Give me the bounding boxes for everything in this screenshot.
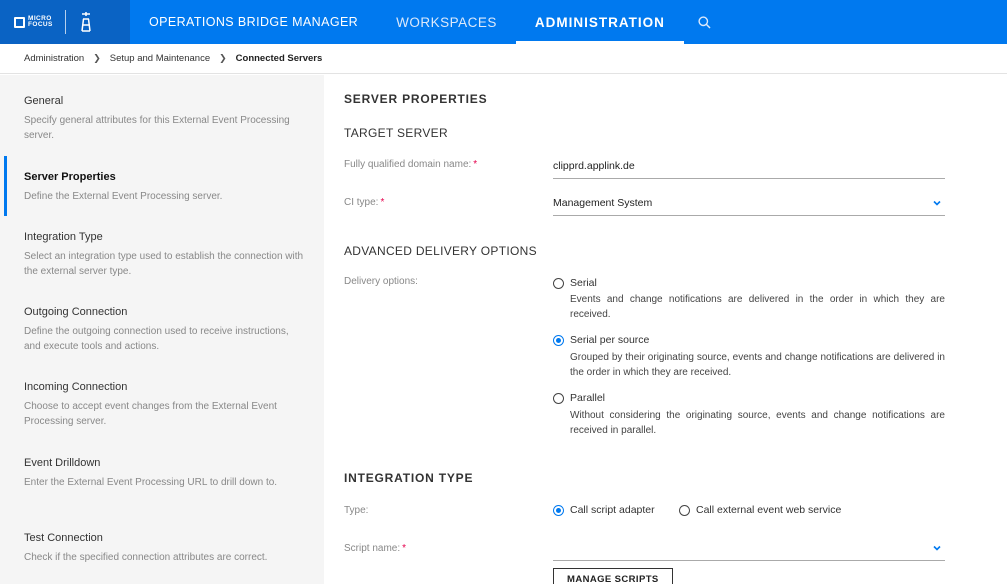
radio-parallel-description: Without considering the originating sour…: [570, 410, 945, 436]
manage-scripts-button[interactable]: MANAGE SCRIPTS: [553, 568, 673, 584]
step-title: Server Properties: [24, 171, 116, 183]
fqdn-field[interactable]: [553, 153, 945, 179]
section-title-server-properties: SERVER PROPERTIES: [344, 92, 488, 106]
section-title-target-server: TARGET SERVER: [344, 126, 448, 140]
step-description: Enter the External Event Processing URL …: [24, 477, 278, 488]
radio-button[interactable]: [679, 504, 690, 516]
step-outgoing-connection[interactable]: Outgoing Connection Define the outgoing …: [4, 306, 324, 354]
breadcrumb-connected-servers: Connected Servers: [235, 53, 323, 64]
breadcrumb-administration[interactable]: Administration: [24, 53, 84, 64]
delivery-options-label: Delivery options:: [344, 276, 418, 287]
step-description: Choose to accept event changes from the …: [24, 401, 277, 427]
logo-box-icon: [14, 16, 25, 28]
main-nav: OPERATIONS BRIDGE MANAGER WORKSPACES ADM…: [130, 0, 725, 44]
radio-label: Serial per source: [570, 334, 650, 346]
required-marker: *: [402, 543, 407, 554]
radio-parallel[interactable]: Parallel: [553, 392, 605, 404]
logo-text-line-2: FOCUS: [28, 21, 53, 28]
step-description: Specify general attributes for this Exte…: [24, 115, 290, 141]
radio-button[interactable]: [553, 277, 564, 289]
radio-label: Call script adapter: [570, 504, 655, 516]
type-label: Type:: [344, 505, 369, 516]
step-description: Define the outgoing connection used to r…: [24, 326, 289, 352]
step-description: Define the External Event Processing ser…: [24, 191, 223, 202]
required-marker: *: [473, 159, 478, 170]
chevron-down-icon: [933, 545, 941, 551]
radio-call-external-event-web-service[interactable]: Call external event web service: [679, 504, 841, 516]
ci-type-value: Management System: [553, 196, 653, 209]
radio-button[interactable]: [553, 504, 564, 516]
step-title: Integration Type: [24, 231, 103, 243]
chevron-right-icon: ❯: [219, 53, 227, 63]
radio-label: Parallel: [570, 392, 606, 404]
chevron-right-icon: ❯: [93, 53, 101, 63]
wizard-steps-sidebar: General Specify general attributes for t…: [0, 75, 324, 584]
step-event-drilldown[interactable]: Event Drilldown Enter the External Event…: [4, 457, 324, 490]
step-title: General: [24, 95, 64, 107]
step-title: Outgoing Connection: [24, 306, 128, 318]
nav-operations-bridge-manager[interactable]: OPERATIONS BRIDGE MANAGER: [130, 0, 377, 44]
step-description: Select an integration type used to estab…: [24, 251, 304, 277]
ci-type-label: CI type: *: [344, 197, 385, 208]
script-name-label: Script name: *: [344, 543, 407, 554]
chevron-down-icon: [933, 200, 941, 206]
required-marker: *: [380, 197, 385, 208]
radio-serial-description: Events and change notifications are deli…: [570, 294, 945, 320]
radio-serial-per-source[interactable]: Serial per source: [553, 334, 649, 346]
step-title: Event Drilldown: [24, 457, 101, 469]
radio-button[interactable]: [553, 392, 564, 404]
step-description: Check if the specified connection attrib…: [24, 552, 268, 563]
search-icon[interactable]: [684, 0, 725, 44]
radio-serial[interactable]: Serial: [553, 277, 597, 289]
fqdn-label: Fully qualified domain name: *: [344, 159, 478, 170]
script-name-select[interactable]: [553, 535, 945, 561]
ci-type-select[interactable]: Management System: [553, 190, 945, 216]
step-test-connection[interactable]: Test Connection Check if the specified c…: [4, 532, 324, 565]
radio-call-script-adapter[interactable]: Call script adapter: [553, 504, 655, 516]
radio-button[interactable]: [553, 334, 564, 346]
brand-area: MICRO FOCUS: [0, 0, 130, 44]
radio-label: Call external event web service: [696, 504, 842, 516]
step-server-properties[interactable]: Server Properties Define the External Ev…: [4, 156, 324, 216]
step-general[interactable]: General Specify general attributes for t…: [4, 95, 324, 143]
step-integration-type[interactable]: Integration Type Select an integration t…: [4, 231, 324, 279]
section-title-advanced-delivery: ADVANCED DELIVERY OPTIONS: [344, 244, 537, 258]
section-title-integration-type: INTEGRATION TYPE: [344, 471, 474, 485]
nav-administration[interactable]: ADMINISTRATION: [515, 0, 684, 44]
breadcrumb: Administration ❯ Setup and Maintenance ❯…: [0, 44, 1007, 74]
brand-divider: [64, 10, 66, 34]
fqdn-input[interactable]: [553, 159, 945, 172]
step-title: Incoming Connection: [24, 381, 128, 393]
step-title: Test Connection: [24, 532, 103, 544]
step-incoming-connection[interactable]: Incoming Connection Choose to accept eve…: [4, 381, 324, 429]
micro-focus-logo[interactable]: MICRO FOCUS: [14, 15, 53, 29]
radio-label: Serial: [570, 277, 597, 289]
top-navigation-bar: MICRO FOCUS OPERATIONS BRIDGE MANAGER WO…: [0, 0, 1007, 44]
radio-serial-per-source-description: Grouped by their originating source, eve…: [570, 352, 945, 378]
breadcrumb-setup-and-maintenance[interactable]: Setup and Maintenance: [110, 53, 210, 64]
nav-workspaces[interactable]: WORKSPACES: [377, 0, 516, 44]
lighthouse-icon[interactable]: [78, 11, 94, 33]
